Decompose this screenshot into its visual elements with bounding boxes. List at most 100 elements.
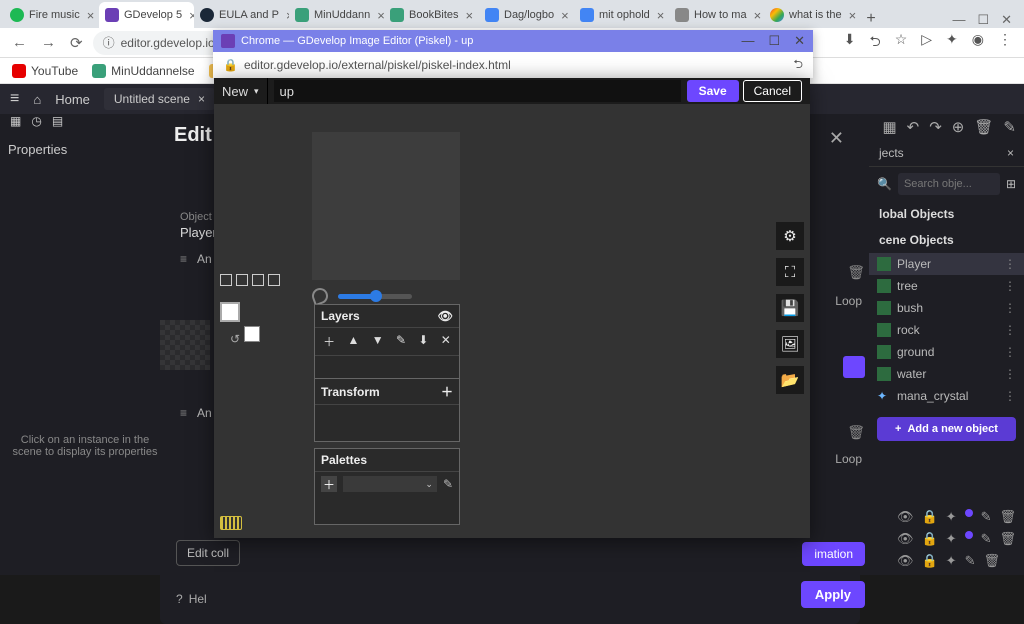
sprite-name-input[interactable]: up: [274, 80, 681, 102]
zoom-slider[interactable]: [338, 294, 412, 299]
maximize-icon[interactable]: ☐: [977, 12, 989, 28]
canvas-preview[interactable]: [312, 132, 460, 280]
edit-collisions-button[interactable]: Edit coll: [176, 540, 240, 566]
object-item-player[interactable]: Player⋮: [869, 253, 1024, 275]
close-icon[interactable]: ×: [377, 8, 384, 23]
more-icon[interactable]: ⋮: [1004, 367, 1016, 381]
add-object-button[interactable]: +Add a new object: [877, 417, 1016, 441]
play-icon[interactable]: ▷: [921, 31, 932, 55]
close-icon[interactable]: ×: [87, 8, 95, 23]
add-layer-icon[interactable]: ＋: [323, 333, 335, 350]
move-up-icon[interactable]: ▲: [348, 333, 360, 350]
tab-google[interactable]: what is the×: [764, 2, 859, 28]
tab-gdoc2[interactable]: mit ophold×: [574, 2, 669, 28]
back-icon[interactable]: ←: [12, 34, 27, 52]
reload-icon[interactable]: ⟳: [70, 34, 83, 52]
loop-label[interactable]: Loop: [835, 294, 862, 308]
new-tab-button[interactable]: +: [859, 10, 883, 28]
eye-icon[interactable]: 👁: [438, 309, 453, 323]
bookmark-youtube[interactable]: YouTube: [12, 64, 78, 78]
star-icon[interactable]: ☆: [895, 31, 908, 55]
scene-tab[interactable]: Untitled scene×: [104, 88, 215, 110]
eye-icon[interactable]: 👁: [897, 509, 914, 525]
trash-icon[interactable]: 🗑: [983, 553, 1000, 569]
settings-icon[interactable]: ⚙: [776, 222, 804, 250]
lock-icon[interactable]: 🔒: [921, 553, 937, 569]
more-icon[interactable]: ⋮: [1004, 323, 1016, 337]
add-animation-button[interactable]: imation: [802, 542, 865, 566]
cancel-button[interactable]: Cancel: [743, 80, 802, 102]
close-icon[interactable]: ×: [1007, 146, 1014, 160]
zoom-icon[interactable]: ⊕: [952, 118, 965, 136]
effects-icon[interactable]: ✦: [946, 509, 957, 525]
frame-thumbnail[interactable]: [220, 302, 240, 322]
export-icon[interactable]: 🖼: [776, 330, 804, 358]
grid-icon[interactable]: ▦: [882, 118, 896, 136]
forward-icon[interactable]: →: [41, 34, 56, 52]
object-item-tree[interactable]: tree⋮: [869, 275, 1024, 297]
minimize-icon[interactable]: —: [952, 12, 965, 28]
bookmark-minudd[interactable]: MinUddannelse: [92, 64, 194, 78]
delete-layer-icon[interactable]: ✕: [441, 333, 451, 350]
object-item-mana[interactable]: ✦mana_crystal⋮: [869, 385, 1024, 407]
add-palette-icon[interactable]: ＋: [321, 476, 337, 492]
close-icon[interactable]: ×: [561, 8, 569, 23]
share-icon[interactable]: ⮌: [793, 55, 803, 76]
close-icon[interactable]: ×: [849, 8, 857, 23]
close-icon[interactable]: ✕: [794, 33, 805, 49]
more-icon[interactable]: ⋮: [1004, 389, 1016, 403]
more-icon[interactable]: ⋮: [1004, 257, 1016, 271]
edit-palette-icon[interactable]: ✎: [443, 477, 453, 491]
effects-icon[interactable]: ✦: [946, 531, 957, 547]
swap-icon[interactable]: ↺: [230, 332, 240, 346]
loop-label[interactable]: Loop: [835, 452, 862, 466]
profile-icon[interactable]: ◉: [972, 31, 984, 55]
expand-button[interactable]: [843, 356, 865, 378]
palette-select[interactable]: ⌄: [343, 476, 437, 492]
tab-gdoc1[interactable]: Dag/logbo×: [479, 2, 574, 28]
popup-titlebar[interactable]: Chrome — GDevelop Image Editor (Piskel) …: [213, 30, 813, 52]
more-icon[interactable]: ⋮: [1004, 345, 1016, 359]
effects-icon[interactable]: ✦: [946, 553, 957, 569]
edit-icon[interactable]: ✎: [1003, 118, 1016, 136]
import-icon[interactable]: 📂: [776, 366, 804, 394]
home-link[interactable]: Home: [55, 92, 90, 107]
save-button[interactable]: Save: [687, 80, 739, 102]
frame-thumbnail-secondary[interactable]: [244, 326, 260, 342]
tab-spotify[interactable]: Fire music×: [4, 2, 99, 28]
grid-icon[interactable]: ▦: [10, 114, 21, 140]
trash-icon[interactable]: 🗑: [847, 424, 865, 441]
hamburger-icon[interactable]: ≡: [10, 90, 19, 108]
object-item-ground[interactable]: ground⋮: [869, 341, 1024, 363]
undo-icon[interactable]: ↶: [907, 118, 920, 136]
edit-layer-icon[interactable]: ✎: [396, 333, 406, 350]
plus-icon[interactable]: ＋: [441, 383, 453, 400]
apply-button[interactable]: Apply: [801, 581, 865, 608]
maximize-icon[interactable]: ☐: [768, 33, 780, 49]
move-down-icon[interactable]: ▼: [372, 333, 384, 350]
lock-icon[interactable]: 🔒: [921, 509, 937, 525]
extensions-icon[interactable]: ✦: [946, 31, 958, 55]
tab-gdevelop[interactable]: GDevelop 5×: [99, 2, 194, 28]
save-icon[interactable]: 💾: [776, 294, 804, 322]
close-icon[interactable]: ×: [754, 8, 762, 23]
tab-steam[interactable]: EULA and P×: [194, 2, 289, 28]
merge-icon[interactable]: ⬇: [418, 333, 428, 350]
help-link[interactable]: ?Hel: [176, 592, 207, 606]
more-icon[interactable]: ⋮: [1004, 279, 1016, 293]
tab-bookbites[interactable]: BookBites×: [384, 2, 479, 28]
trash-icon[interactable]: 🗑: [847, 264, 865, 281]
add-folder-icon[interactable]: ⊞: [1006, 177, 1016, 191]
share-icon[interactable]: ⮌: [869, 31, 880, 55]
objects-tab[interactable]: jects×: [869, 140, 1024, 167]
edit-icon[interactable]: ✎: [965, 553, 976, 569]
tab-minudd[interactable]: MinUddann×: [289, 2, 384, 28]
eye-icon[interactable]: 👁: [897, 553, 914, 569]
resource-dropdown[interactable]: New: [214, 78, 268, 104]
download-icon[interactable]: ⬇: [844, 31, 856, 55]
menu-icon[interactable]: ⋮: [998, 31, 1012, 55]
close-panel-icon[interactable]: ✕: [829, 128, 844, 149]
minimize-icon[interactable]: —: [741, 33, 754, 49]
home-icon[interactable]: ⌂: [33, 92, 41, 107]
eye-icon[interactable]: 👁: [897, 531, 914, 547]
